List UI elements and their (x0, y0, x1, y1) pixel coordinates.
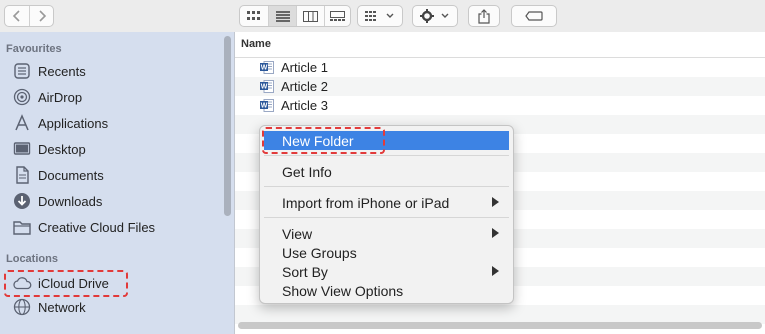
share-control (469, 6, 499, 26)
table-row[interactable]: W Article 1 (235, 58, 765, 77)
action-menu-button[interactable] (412, 5, 458, 27)
submenu-arrow-icon (492, 228, 499, 238)
sidebar-item-desktop[interactable]: Desktop (12, 138, 222, 160)
submenu-arrow-icon (492, 266, 499, 276)
document-icon (12, 165, 32, 185)
menu-item-label: Import from iPhone or iPad (282, 194, 450, 211)
nav-buttons (4, 5, 54, 27)
word-document-icon: W (260, 61, 274, 74)
menu-item-label: Sort By (282, 263, 328, 280)
column-header-name[interactable]: Name (235, 32, 765, 58)
menu-item-get-info[interactable]: Get Info (264, 162, 509, 181)
sidebar: Favourites Recents AirDrop Applications (0, 32, 235, 334)
submenu-arrow-icon (492, 197, 499, 207)
view-mode-switcher (239, 5, 351, 27)
horizontal-scrollbar[interactable] (238, 322, 762, 329)
gallery-icon (330, 10, 345, 21)
sidebar-item-label: Desktop (38, 141, 86, 157)
gear-icon (420, 9, 449, 23)
column-view-button[interactable] (296, 6, 324, 26)
toolbar (0, 0, 765, 32)
group-by-button[interactable] (357, 5, 403, 27)
sidebar-item-label: AirDrop (38, 89, 83, 105)
svg-text:W: W (261, 84, 268, 91)
menu-item-sort-by[interactable]: Sort By (264, 262, 509, 281)
menu-item-show-view-options[interactable]: Show View Options (264, 281, 509, 300)
sidebar-item-airdrop[interactable]: AirDrop (12, 86, 222, 108)
sidebar-item-documents[interactable]: Documents (12, 164, 222, 186)
file-name: Article 2 (281, 79, 328, 94)
gallery-view-button[interactable] (324, 6, 350, 26)
list-view-button[interactable] (268, 6, 296, 26)
new-folder-highlight (262, 127, 385, 154)
locations-heading: Locations (6, 253, 58, 265)
menu-item-use-groups[interactable]: Use Groups (264, 243, 509, 262)
table-row[interactable]: W Article 3 (235, 96, 765, 115)
column-header-label: Name (241, 38, 271, 50)
columns-icon (303, 10, 318, 22)
menu-separator (264, 155, 509, 156)
list-icon (275, 10, 290, 22)
tags-control (512, 6, 556, 26)
menu-separator (264, 217, 509, 218)
chevron-left-icon (13, 10, 20, 22)
action-control (413, 6, 457, 26)
table-row[interactable]: W Article 2 (235, 77, 765, 96)
applications-icon (12, 113, 32, 133)
sidebar-scrollbar[interactable] (224, 36, 231, 216)
sidebar-item-label: Downloads (38, 193, 103, 209)
sidebar-item-applications[interactable]: Applications (12, 112, 222, 134)
menu-item-label: Get Info (282, 163, 332, 180)
word-document-icon: W (260, 99, 274, 112)
sidebar-item-label: Network (38, 299, 86, 315)
sidebar-item-network[interactable]: Network (12, 296, 222, 318)
menu-item-label: Use Groups (282, 244, 357, 261)
clock-icon (12, 61, 32, 81)
download-icon (12, 191, 32, 211)
sidebar-item-label: Applications (38, 115, 109, 131)
word-document-icon: W (260, 80, 274, 93)
sidebar-item-downloads[interactable]: Downloads (12, 190, 222, 212)
file-name: Article 3 (281, 98, 328, 113)
icloud-drive-highlight (4, 270, 128, 297)
sidebar-item-creative-cloud-files[interactable]: Creative Cloud Files (12, 216, 222, 238)
tag-icon (525, 11, 543, 21)
back-button[interactable] (5, 6, 29, 26)
grid-icon (247, 11, 260, 20)
sidebar-item-recents[interactable]: Recents (12, 60, 222, 82)
icon-view-button[interactable] (240, 6, 268, 26)
forward-button[interactable] (29, 6, 53, 26)
svg-text:W: W (261, 103, 268, 110)
file-name: Article 1 (281, 60, 328, 75)
menu-item-import[interactable]: Import from iPhone or iPad (264, 193, 509, 212)
chevron-right-icon (39, 10, 46, 22)
folder-icon (12, 217, 32, 237)
favourites-heading: Favourites (6, 43, 62, 55)
menu-item-label: Show View Options (282, 282, 404, 299)
globe-icon (12, 297, 32, 317)
menu-separator (264, 186, 509, 187)
airdrop-icon (12, 87, 32, 107)
tags-button[interactable] (511, 5, 557, 27)
menu-item-view[interactable]: View (264, 224, 509, 243)
share-button[interactable] (468, 5, 500, 27)
menu-item-label: View (282, 225, 313, 242)
desktop-icon (12, 139, 32, 159)
sidebar-item-label: Recents (38, 63, 86, 79)
group-by-control (358, 6, 402, 26)
sidebar-item-label: Documents (38, 167, 104, 183)
svg-text:W: W (261, 65, 268, 72)
sidebar-item-label: Creative Cloud Files (38, 219, 156, 235)
group-grid-icon (365, 10, 394, 21)
share-icon (478, 8, 490, 24)
